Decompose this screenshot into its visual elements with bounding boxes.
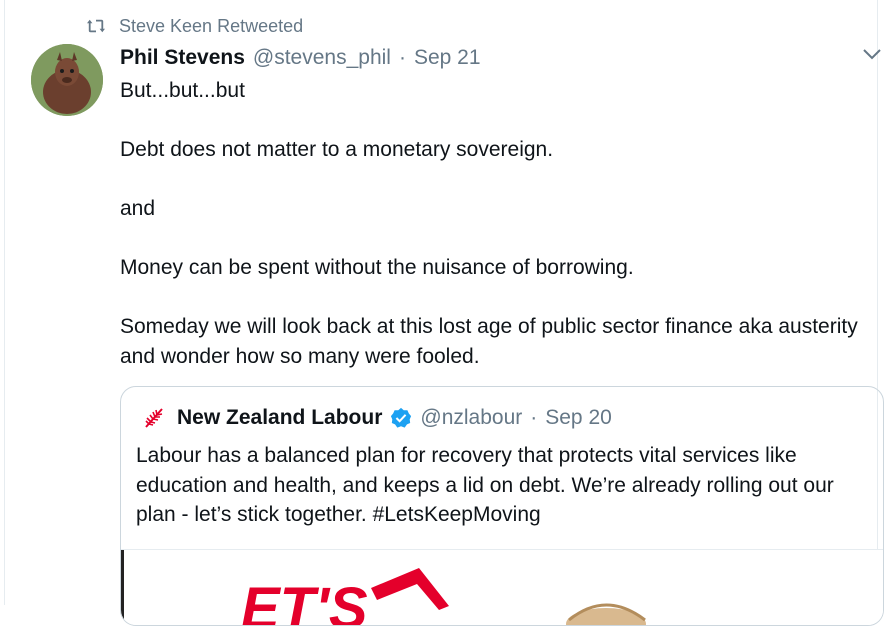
tweet-line [120,106,860,136]
quoted-tweet-media[interactable]: ET'S [121,549,883,626]
tweet-line [120,165,860,195]
campaign-image: ET'S [121,550,646,626]
separator: · [530,406,538,429]
campaign-image-text: ET'S [241,576,368,626]
tweet-line: Debt does not matter to a monetary sover… [120,138,554,161]
tweet-header: Phil Stevens @stevens_phil · Sep 21 [120,44,481,72]
tweet-line: and [120,197,156,220]
quoted-tweet-text: Labour has a balanced plan for recovery … [136,444,834,526]
quoted-tweet-header: New Zealand Labour @nzlabour · Sep 20 [139,403,612,433]
quoted-tweet[interactable]: New Zealand Labour @nzlabour · Sep 20 La… [120,386,884,626]
tweet-line [120,224,860,254]
tweet-card[interactable]: Steve Keen Retweeted Phil Stevens @steve… [4,0,884,626]
author-handle[interactable]: @stevens_phil [253,46,391,70]
quoted-author-name[interactable]: New Zealand Labour [177,406,382,430]
tweet-text: But...but...but Debt does not matter to … [120,76,860,371]
tweet-date[interactable]: Sep 21 [414,46,481,70]
retweet-icon [87,19,105,33]
avatar-image [31,44,103,116]
retweet-context: Steve Keen Retweeted [85,14,303,38]
tweet-line: But...but...but [120,79,245,102]
chevron-down-icon[interactable] [862,47,882,61]
separator: · [398,46,406,69]
avatar[interactable] [31,44,103,116]
quoted-author-handle[interactable]: @nzlabour [420,406,522,430]
tweet-line: Money can be spent without the nuisance … [120,256,634,279]
retweet-label[interactable]: Steve Keen Retweeted [119,16,303,37]
tweet-line [120,283,860,313]
verified-badge-icon [391,407,412,428]
quoted-tweet-date[interactable]: Sep 20 [545,406,612,430]
tweet-line: Someday we will look back at this lost a… [120,315,858,368]
author-name[interactable]: Phil Stevens [120,46,245,70]
fern-icon [139,403,169,433]
